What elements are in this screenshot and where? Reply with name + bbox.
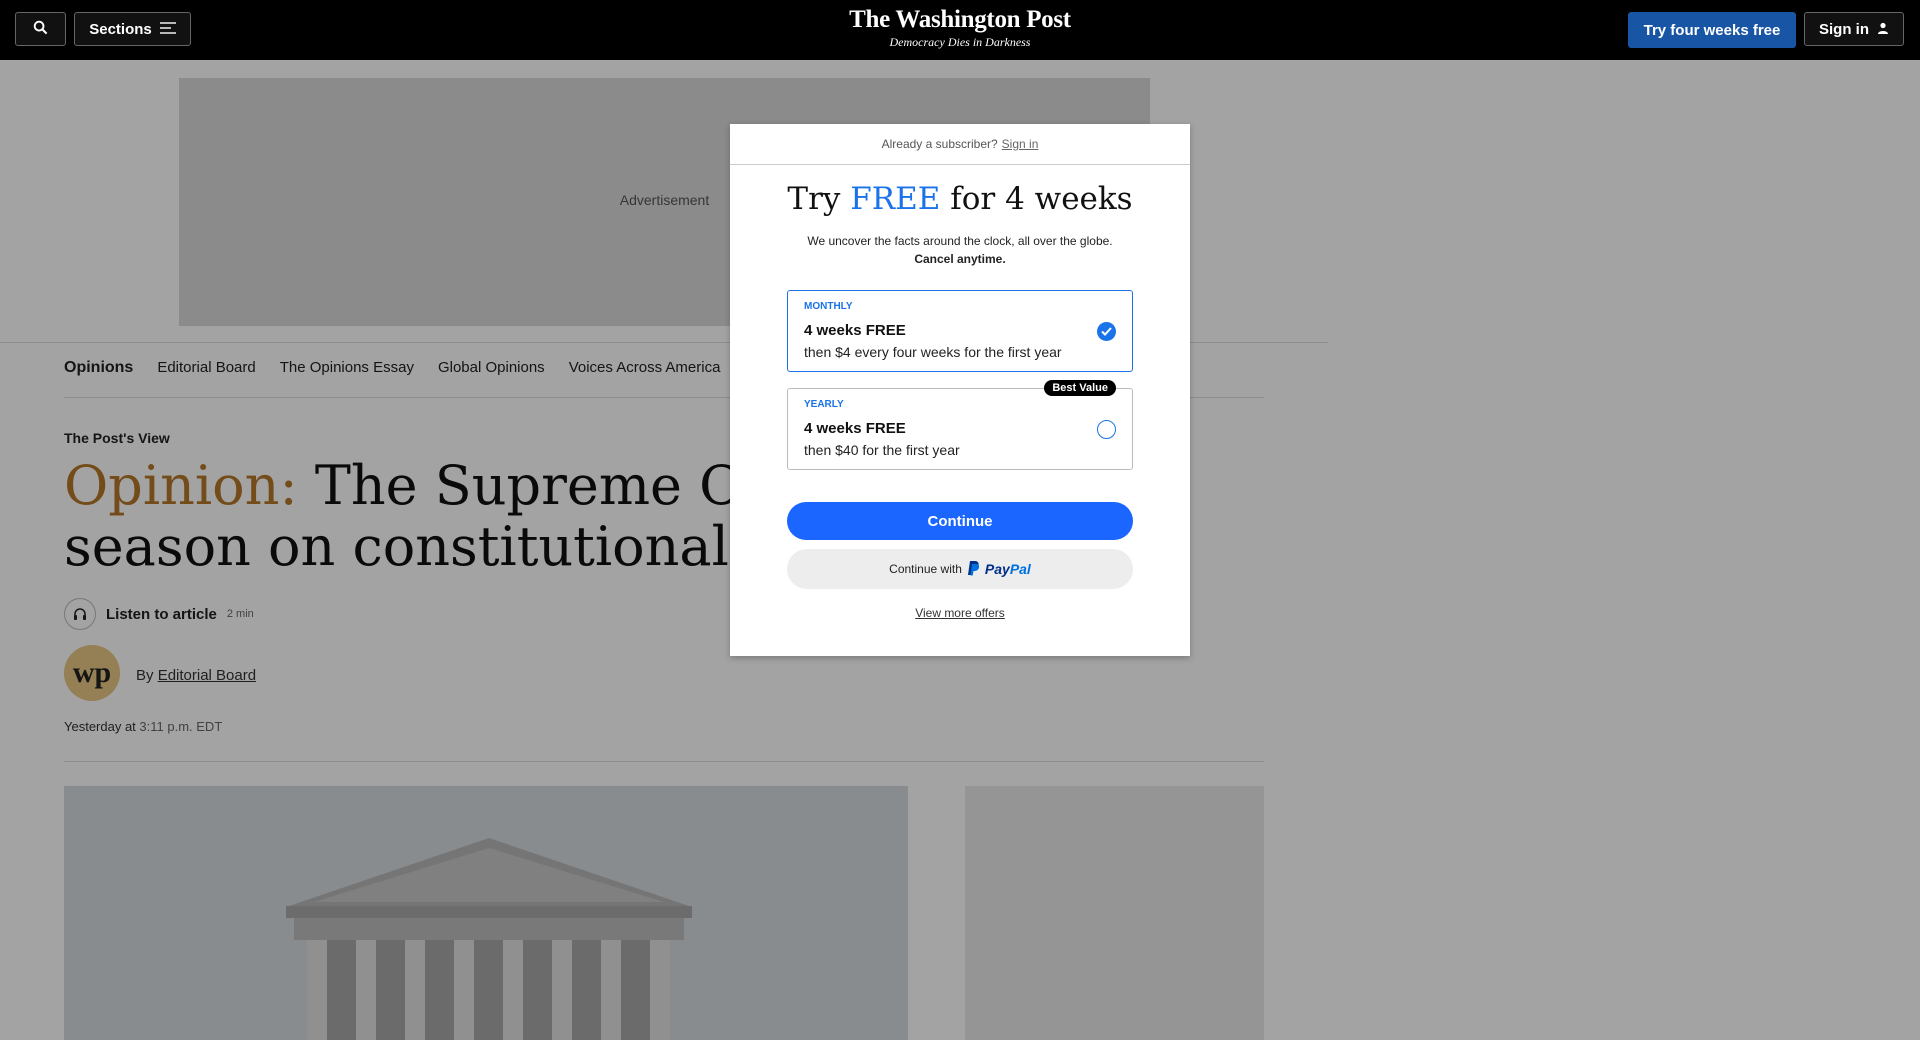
radio-checked-icon[interactable] bbox=[1097, 322, 1116, 341]
modal-signin-link[interactable]: Sign in bbox=[1002, 137, 1039, 151]
paypal-brand-pay: Pay bbox=[984, 561, 1010, 577]
continue-button[interactable]: Continue bbox=[787, 502, 1133, 540]
paypal-prefix: Continue with bbox=[889, 562, 962, 576]
paypal-icon bbox=[967, 560, 980, 579]
modal-subtitle: We uncover the facts around the clock, a… bbox=[730, 232, 1190, 268]
title-free: FREE bbox=[850, 181, 941, 217]
top-nav: Sections The Washington Post Democracy D… bbox=[0, 0, 1920, 60]
subscribe-modal: Already a subscriber? Sign in Try FREE f… bbox=[730, 124, 1190, 656]
paypal-brand-pal: Pal bbox=[1009, 561, 1031, 577]
signin-button[interactable]: Sign in bbox=[1804, 12, 1904, 46]
paypal-button[interactable]: Continue with PayPal bbox=[787, 549, 1133, 589]
title-post: for 4 weeks bbox=[950, 181, 1133, 217]
search-icon bbox=[33, 20, 48, 39]
sections-label: Sections bbox=[89, 20, 152, 38]
view-more-offers-link[interactable]: View more offers bbox=[730, 606, 1190, 620]
subtitle-text: We uncover the facts around the clock, a… bbox=[807, 234, 1113, 248]
plan-offer: 4 weeks FREE bbox=[804, 322, 906, 339]
user-icon bbox=[1877, 21, 1889, 38]
site-logo: The Washington Post bbox=[849, 6, 1071, 33]
sections-button[interactable]: Sections bbox=[74, 12, 191, 46]
already-subscriber-text: Already a subscriber? bbox=[881, 137, 998, 151]
cancel-anytime-text: Cancel anytime. bbox=[914, 252, 1006, 266]
modal-title: Try FREE for 4 weeks bbox=[730, 181, 1190, 217]
plan-type: YEARLY bbox=[804, 399, 844, 410]
site-brand[interactable]: The Washington Post Democracy Dies in Da… bbox=[760, 6, 1160, 50]
plan-price-desc: then $40 for the first year bbox=[804, 442, 960, 458]
radio-unchecked-icon[interactable] bbox=[1097, 420, 1116, 439]
menu-icon bbox=[159, 21, 176, 38]
plan-option-monthly[interactable]: MONTHLY 4 weeks FREE then $4 every four … bbox=[787, 290, 1133, 372]
plan-type: MONTHLY bbox=[804, 301, 853, 312]
try-free-button[interactable]: Try four weeks free bbox=[1628, 12, 1796, 48]
plan-price-desc: then $4 every four weeks for the first y… bbox=[804, 344, 1062, 360]
paypal-brand: PayPal bbox=[985, 561, 1031, 577]
site-tagline: Democracy Dies in Darkness bbox=[889, 35, 1031, 49]
plan-offer: 4 weeks FREE bbox=[804, 420, 906, 437]
signin-label: Sign in bbox=[1819, 20, 1869, 38]
best-value-badge: Best Value bbox=[1044, 380, 1116, 396]
title-pre: Try bbox=[787, 181, 841, 217]
search-button[interactable] bbox=[15, 12, 66, 46]
subscriber-signin-bar: Already a subscriber? Sign in bbox=[730, 124, 1190, 165]
plan-option-yearly[interactable]: Best Value YEARLY 4 weeks FREE then $40 … bbox=[787, 380, 1133, 470]
